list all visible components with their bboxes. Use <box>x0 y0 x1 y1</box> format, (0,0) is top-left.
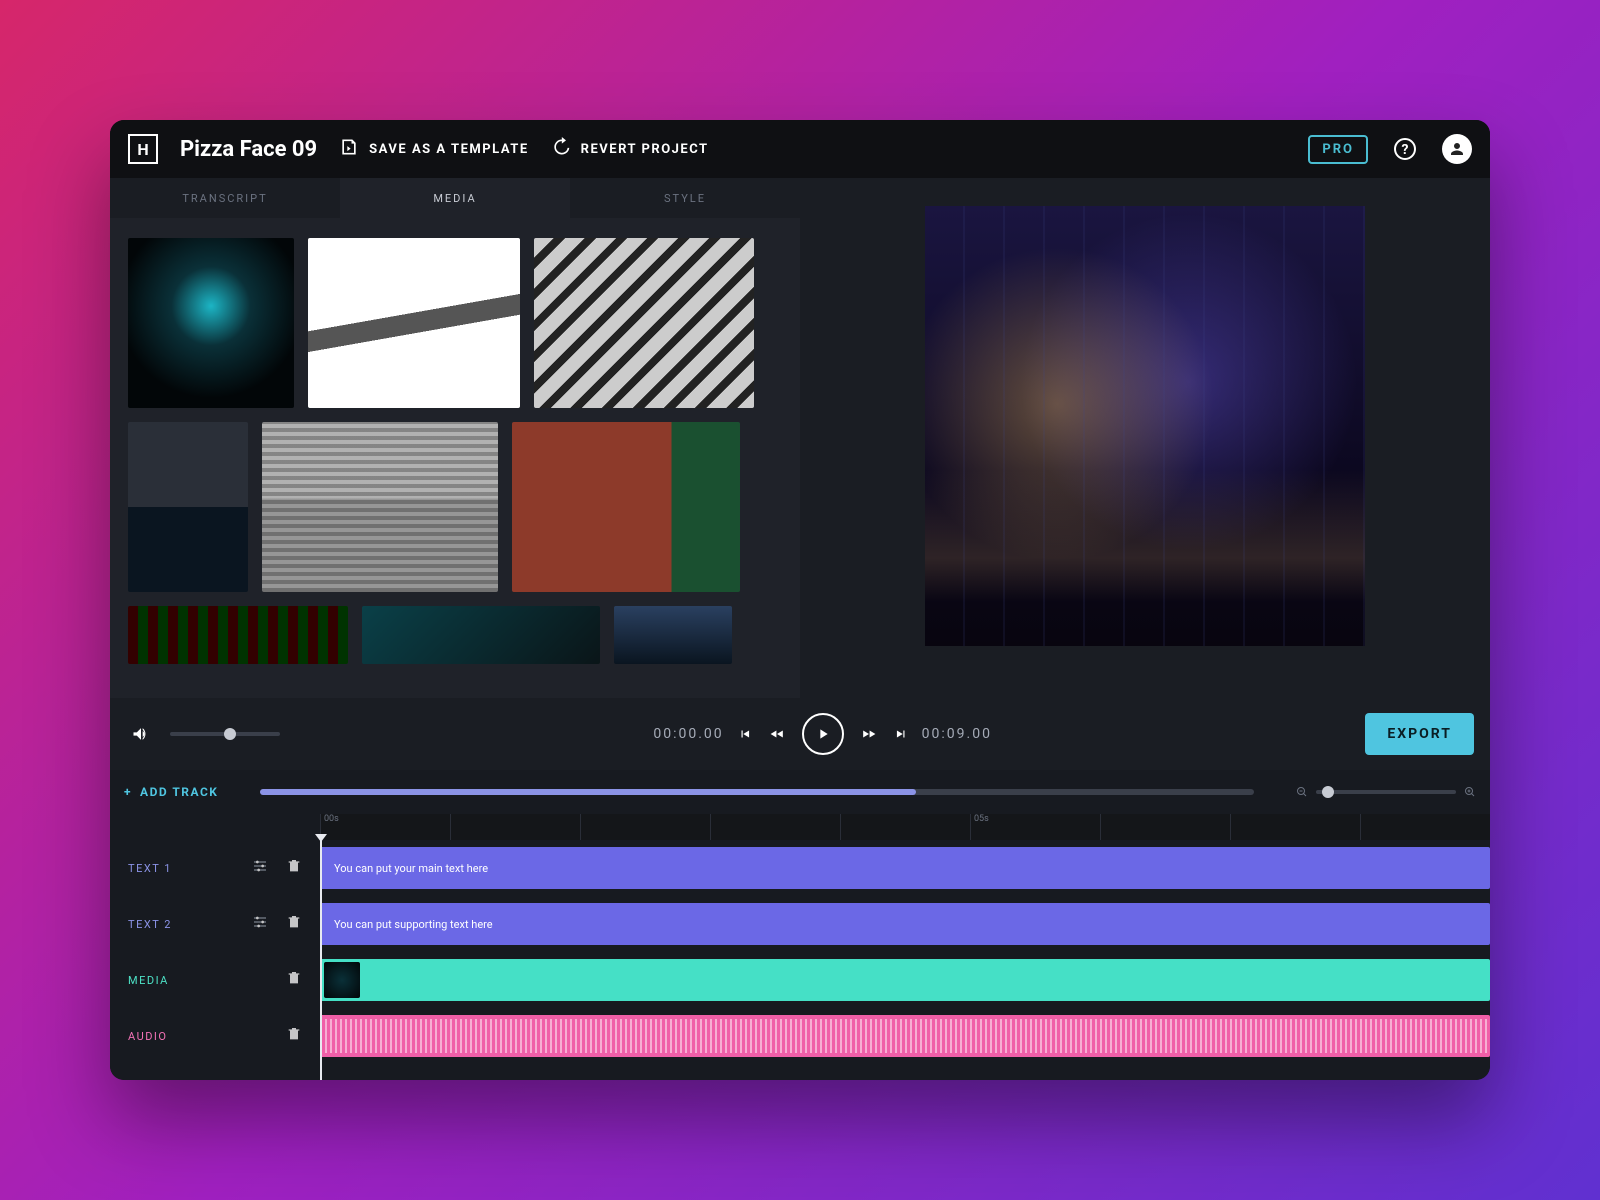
timeline: + ADD TRACK TEXT 1 <box>110 770 1490 1080</box>
history-icon <box>551 137 571 161</box>
volume-icon[interactable] <box>126 719 156 749</box>
project-title: Pizza Face 09 <box>180 137 317 162</box>
zoom-controls <box>1296 783 1476 802</box>
track-text-1: TEXT 1 You can put your main text here <box>110 844 1490 892</box>
forward-button[interactable] <box>860 727 878 741</box>
zoom-slider[interactable] <box>1316 790 1456 794</box>
timeline-toolbar: + ADD TRACK <box>110 770 1490 814</box>
track-delete-icon[interactable] <box>286 914 302 934</box>
app-window: H Pizza Face 09 SAVE AS A TEMPLATE REVER… <box>110 120 1490 1080</box>
skip-end-button[interactable] <box>894 727 908 741</box>
media-thumbnail[interactable] <box>128 422 248 592</box>
track-media: MEDIA <box>110 956 1490 1004</box>
track-delete-icon[interactable] <box>286 1026 302 1046</box>
preview-panel <box>800 178 1490 698</box>
timeline-ruler[interactable] <box>320 814 1490 840</box>
tab-transcript[interactable]: TRANSCRIPT <box>110 178 340 218</box>
content-area: TRANSCRIPT MEDIA STYLE <box>110 178 1490 698</box>
total-duration: 00:09.00 <box>922 726 992 742</box>
track-delete-icon[interactable] <box>286 970 302 990</box>
save-template-icon <box>339 137 359 161</box>
media-thumbnail[interactable] <box>512 422 740 592</box>
media-thumbnail[interactable] <box>362 606 600 664</box>
volume-slider[interactable] <box>170 732 280 736</box>
left-panel: TRANSCRIPT MEDIA STYLE <box>110 178 800 698</box>
help-button[interactable]: ? <box>1390 134 1420 164</box>
plus-icon: + <box>124 785 132 799</box>
play-button[interactable] <box>802 713 844 755</box>
save-as-template-button[interactable]: SAVE AS A TEMPLATE <box>339 137 528 161</box>
media-grid <box>110 218 800 698</box>
track-label: TEXT 2 <box>128 918 234 931</box>
panel-tabs: TRANSCRIPT MEDIA STYLE <box>110 178 800 218</box>
clip-content: You can put your main text here <box>334 862 488 875</box>
account-avatar[interactable] <box>1442 134 1472 164</box>
video-preview[interactable] <box>925 206 1365 646</box>
media-thumbnail[interactable] <box>614 606 732 664</box>
rewind-button[interactable] <box>768 727 786 741</box>
zoom-in-icon[interactable] <box>1464 783 1476 802</box>
media-thumbnail[interactable] <box>262 422 498 592</box>
track-settings-icon[interactable] <box>252 914 268 934</box>
track-label: AUDIO <box>128 1030 234 1043</box>
app-logo[interactable]: H <box>128 134 158 164</box>
audio-clip[interactable] <box>320 1015 1490 1057</box>
track-settings-icon[interactable] <box>252 858 268 878</box>
media-thumbnail[interactable] <box>534 238 754 408</box>
media-thumbnail[interactable] <box>308 238 520 408</box>
skip-start-button[interactable] <box>738 727 752 741</box>
tab-style[interactable]: STYLE <box>570 178 800 218</box>
pro-upgrade-button[interactable]: PRO <box>1308 135 1368 164</box>
revert-project-button[interactable]: REVERT PROJECT <box>551 137 709 161</box>
save-template-label: SAVE AS A TEMPLATE <box>369 142 528 157</box>
track-audio: AUDIO <box>110 1012 1490 1060</box>
text-clip[interactable]: You can put supporting text here <box>320 903 1490 945</box>
playback-bar: 00:00.00 00:09.00 EXPORT <box>110 698 1490 770</box>
tracks-area: TEXT 1 You can put your main text here T… <box>110 840 1490 1080</box>
clip-content: You can put supporting text here <box>334 918 493 931</box>
add-track-label: ADD TRACK <box>140 785 218 799</box>
track-label: TEXT 1 <box>128 862 234 875</box>
track-text-2: TEXT 2 You can put supporting text here <box>110 900 1490 948</box>
export-button[interactable]: EXPORT <box>1365 713 1474 755</box>
media-thumbnail[interactable] <box>128 606 348 664</box>
topbar: H Pizza Face 09 SAVE AS A TEMPLATE REVER… <box>110 120 1490 178</box>
transport-controls <box>738 713 908 755</box>
text-clip[interactable]: You can put your main text here <box>320 847 1490 889</box>
zoom-out-icon[interactable] <box>1296 783 1308 802</box>
current-time: 00:00.00 <box>653 726 723 742</box>
revert-label: REVERT PROJECT <box>581 142 709 157</box>
tab-media[interactable]: MEDIA <box>340 178 570 218</box>
timeline-scrollbar[interactable] <box>260 789 1254 795</box>
add-track-button[interactable]: + ADD TRACK <box>124 785 218 799</box>
track-label: MEDIA <box>128 974 234 987</box>
svg-text:?: ? <box>1402 142 1409 158</box>
track-delete-icon[interactable] <box>286 858 302 878</box>
media-clip[interactable] <box>320 959 1490 1001</box>
playhead[interactable] <box>320 840 322 1080</box>
media-thumbnail[interactable] <box>128 238 294 408</box>
